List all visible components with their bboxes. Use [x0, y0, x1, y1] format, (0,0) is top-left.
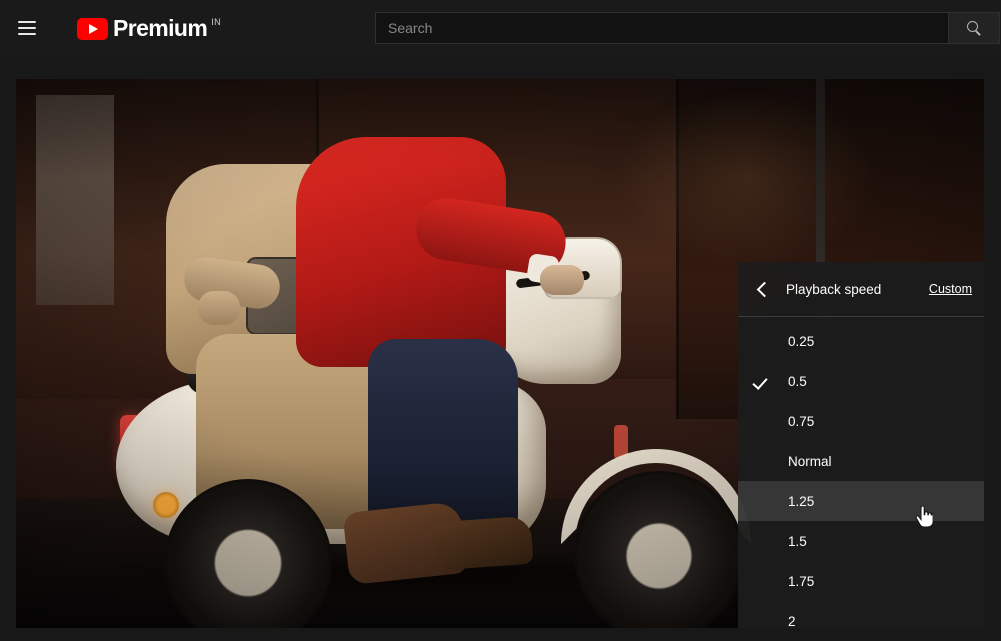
playback-speed-menu: Playback speed Custom 0.25 0.5 0.75 [738, 262, 984, 628]
brand-country-code: IN [211, 17, 221, 28]
speed-option-label: 1.5 [788, 534, 807, 549]
check-icon [754, 453, 776, 469]
speed-options-list: 0.25 0.5 0.75 Normal 1.25 [738, 317, 984, 628]
check-icon [754, 613, 776, 628]
video-player-surface[interactable]: Playback speed Custom 0.25 0.5 0.75 [16, 79, 984, 628]
search-icon [967, 21, 982, 36]
speed-option-label: 0.75 [788, 414, 814, 429]
check-icon [754, 573, 776, 589]
speed-option-1.25[interactable]: 1.25 [738, 481, 984, 521]
youtube-premium-player-page: Premium IN Search [0, 0, 1001, 641]
check-icon [754, 333, 776, 349]
check-icon [754, 493, 776, 509]
speed-option-label: 0.5 [788, 374, 807, 389]
speed-option-0.25[interactable]: 0.25 [738, 321, 984, 361]
search-placeholder: Search [388, 20, 432, 36]
speed-option-1.5[interactable]: 1.5 [738, 521, 984, 561]
speed-option-1.75[interactable]: 1.75 [738, 561, 984, 601]
speed-option-2[interactable]: 2 [738, 601, 984, 628]
speed-option-normal[interactable]: Normal [738, 441, 984, 481]
search-input[interactable]: Search [375, 12, 948, 44]
menu-header-back[interactable]: Playback speed Custom [738, 262, 984, 317]
hamburger-line [18, 27, 36, 29]
search-icon-handle [975, 30, 980, 35]
speed-option-label: 0.25 [788, 334, 814, 349]
hamburger-line [18, 33, 36, 35]
check-icon [754, 533, 776, 549]
search-submit-button[interactable] [948, 12, 1000, 44]
speed-option-label: 2 [788, 614, 796, 629]
chevron-left-icon[interactable] [754, 281, 770, 297]
custom-speed-link[interactable]: Custom [929, 282, 972, 296]
check-icon [754, 373, 776, 389]
youtube-premium-logo[interactable]: Premium IN [77, 15, 221, 41]
youtube-play-logo-icon [77, 18, 108, 40]
speed-option-0.5[interactable]: 0.5 [738, 361, 984, 401]
check-icon [754, 413, 776, 429]
speed-option-label: Normal [788, 454, 832, 469]
top-navigation-bar: Premium IN Search [0, 0, 1001, 56]
brand-name: Premium [113, 15, 207, 41]
hamburger-menu-icon[interactable] [7, 8, 47, 48]
hamburger-line [18, 21, 36, 23]
speed-option-label: 1.75 [788, 574, 814, 589]
menu-title: Playback speed [786, 282, 929, 297]
search-bar: Search [375, 12, 1000, 44]
speed-option-label: 1.25 [788, 494, 814, 509]
speed-option-0.75[interactable]: 0.75 [738, 401, 984, 441]
play-triangle [89, 24, 98, 34]
